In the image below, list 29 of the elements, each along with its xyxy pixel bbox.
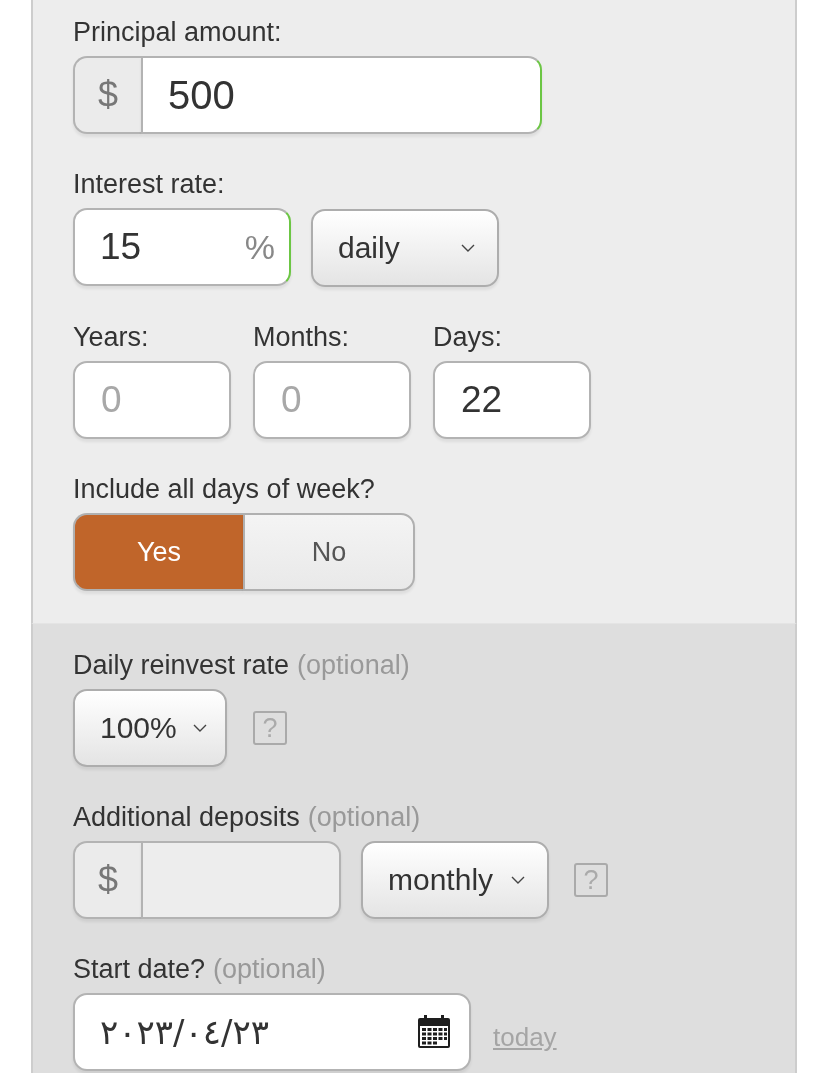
amount-input[interactable]: 500 [141, 56, 542, 134]
field-label: Months: [253, 321, 350, 353]
field-label: Daily reinvest rate [73, 649, 290, 681]
field-label: Additional deposits [73, 801, 300, 833]
chevron-down-icon [193, 724, 207, 732]
calendar-icon [417, 1015, 451, 1049]
field-label: Start date? [73, 953, 206, 985]
percent-sign: % [244, 227, 275, 267]
optional-note: (optional) [297, 649, 410, 681]
field-label: Interest rate: [73, 168, 225, 200]
duration-input[interactable]: 22 [433, 361, 591, 439]
chevron-down-icon [511, 876, 525, 884]
rate-input[interactable]: 15 % [73, 208, 291, 286]
field-label: Principal amount: [73, 16, 282, 48]
currency-addon: $ [73, 841, 141, 919]
chevron-down-icon [461, 244, 475, 252]
reinvest-select[interactable]: 100% [73, 689, 227, 767]
frequency-select[interactable]: monthly [361, 841, 549, 919]
currency-addon: $ [73, 56, 141, 134]
field-label: Years: [73, 321, 149, 353]
toggle-option[interactable]: No [243, 513, 415, 591]
optional-note: (optional) [307, 801, 421, 833]
period-select[interactable]: daily [311, 209, 499, 287]
field-label: Days: [433, 321, 503, 353]
optional-note: (optional) [213, 953, 326, 985]
date-input[interactable]: ٢٠٢٣/٠٤/٢٣ [73, 993, 471, 1071]
field-label: Include all days of week? [73, 473, 375, 505]
deposit-input[interactable] [141, 841, 341, 919]
toggle-option[interactable]: Yes [73, 513, 243, 591]
